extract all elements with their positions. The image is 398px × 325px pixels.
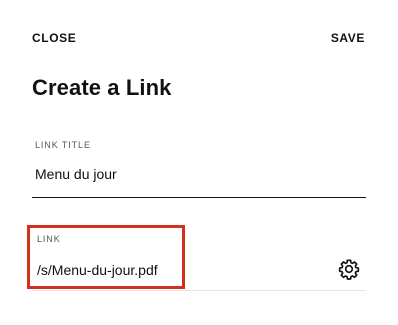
- close-button[interactable]: CLOSE: [32, 31, 76, 45]
- link-title-input[interactable]: Menu du jour: [35, 165, 117, 183]
- link-title-label: LINK TITLE: [35, 140, 91, 150]
- panel-title: Create a Link: [32, 75, 172, 100]
- link-title-underline: [32, 197, 366, 198]
- link-title-field[interactable]: LINK TITLE Menu du jour: [32, 138, 366, 198]
- link-underline: [32, 290, 366, 291]
- gear-icon[interactable]: [338, 258, 360, 280]
- link-highlight-box: [27, 225, 185, 289]
- save-button[interactable]: SAVE: [331, 31, 365, 45]
